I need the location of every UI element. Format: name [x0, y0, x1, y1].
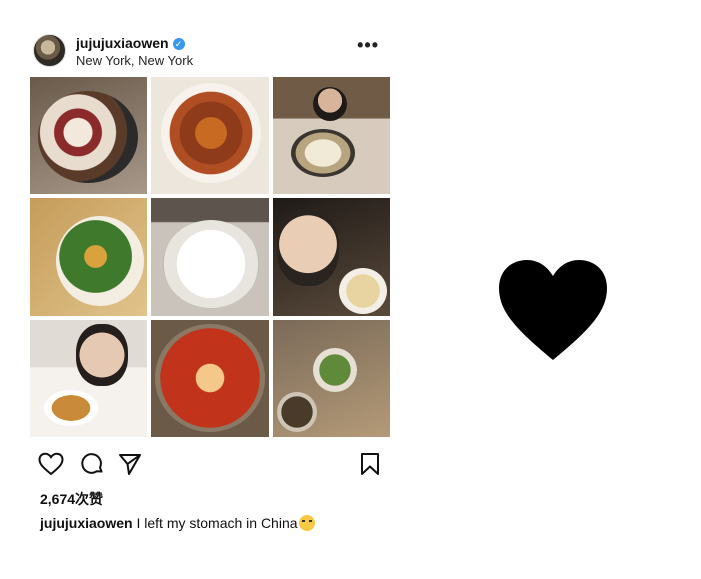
photo-noodle-soup[interactable] [30, 198, 147, 316]
location-link[interactable]: New York, New York [76, 53, 193, 68]
photo-woman-noodles[interactable] [30, 320, 147, 437]
heart-outline-icon[interactable] [38, 452, 64, 476]
photo-spicy-hot-pot[interactable] [151, 320, 269, 437]
username-text[interactable]: jujujuxiaowen [76, 35, 169, 51]
photo-woman-spoon[interactable] [273, 198, 390, 316]
like-count[interactable]: 2,674次赞 [40, 489, 103, 509]
photo-table-dishes[interactable] [273, 320, 390, 437]
verified-badge-icon: ✓ [172, 38, 185, 50]
heart-filled-icon [499, 260, 607, 360]
post-header: jujujuxiaowen ✓ New York, New York ••• [33, 33, 383, 71]
instagram-post: jujujuxiaowen ✓ New York, New York ••• 2,… [0, 0, 420, 579]
photo-rice-bowl[interactable] [151, 198, 269, 316]
photo-noodle-bowl[interactable] [151, 77, 269, 194]
photo-dumplings[interactable] [30, 77, 147, 194]
username-link[interactable]: jujujuxiaowen ✓ [76, 35, 185, 51]
photo-grid[interactable] [30, 77, 390, 439]
crying-cat-emoji-icon [298, 515, 315, 531]
action-bar [38, 452, 380, 480]
caption-username[interactable]: jujujuxiaowen [40, 515, 133, 531]
avatar[interactable] [33, 34, 66, 67]
caption-text: I left my stomach in China [136, 515, 298, 531]
bookmark-icon[interactable] [360, 452, 380, 476]
caption: jujujuxiaowen I left my stomach in China [40, 515, 315, 531]
comment-bubble-icon[interactable] [80, 452, 104, 476]
paper-plane-icon[interactable] [118, 452, 142, 476]
more-options-icon[interactable]: ••• [357, 36, 379, 54]
photo-hot-pot-person[interactable] [273, 77, 390, 194]
